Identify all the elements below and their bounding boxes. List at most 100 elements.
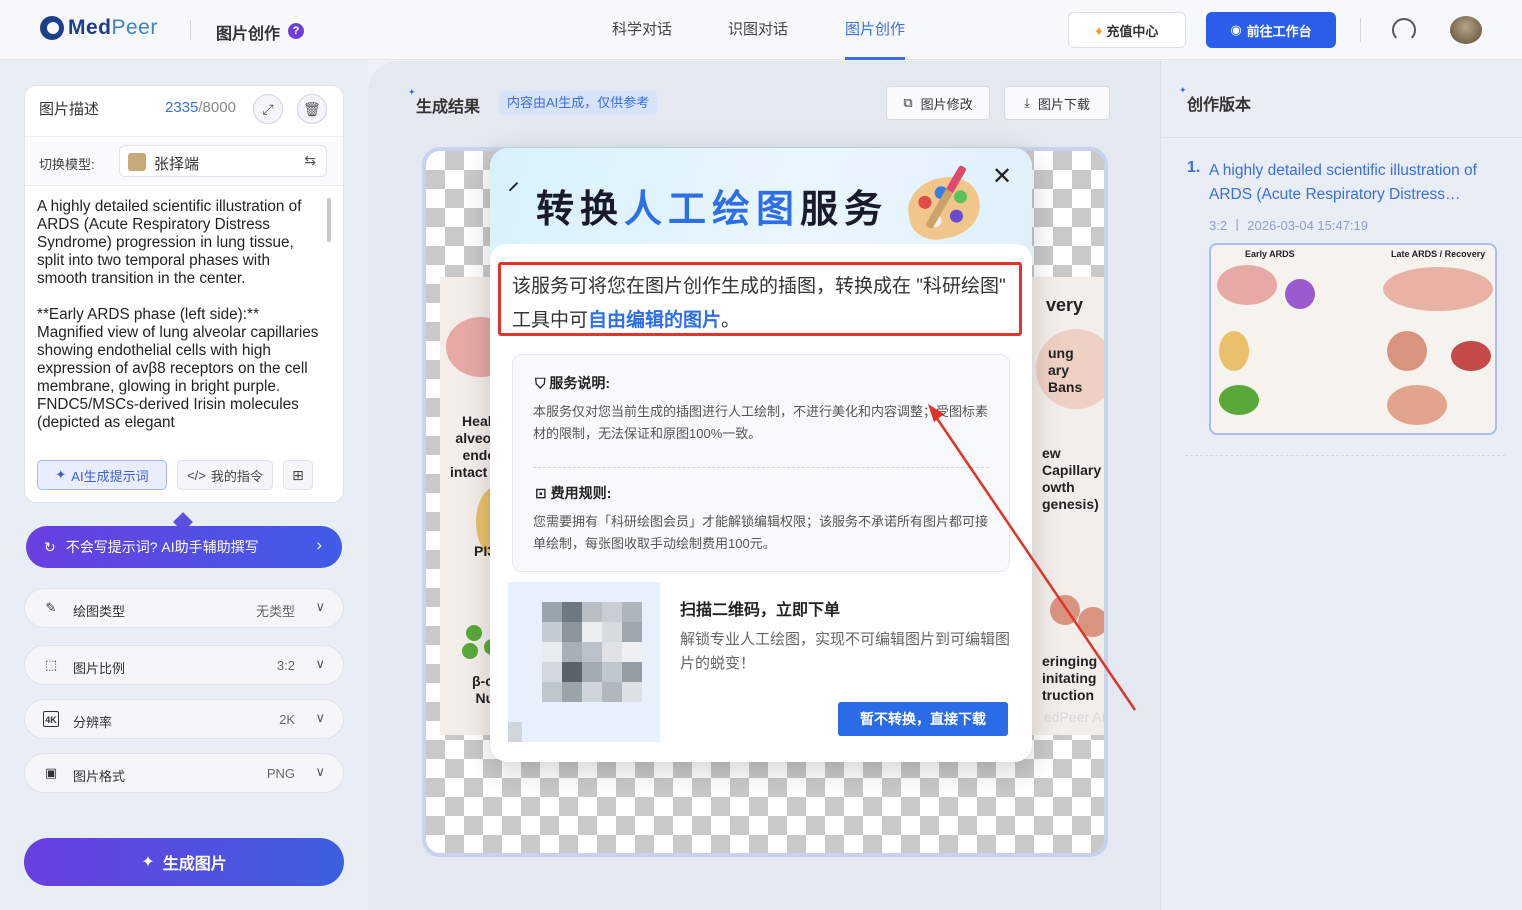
ratio-icon: ⬚ <box>44 657 58 672</box>
model-name: 张择端 <box>154 156 200 173</box>
yen-icon: ⊡ <box>535 485 551 501</box>
ai-prompt-label: AI生成提示词 <box>71 468 149 484</box>
medpeer-icon: ◉ <box>1230 22 1242 37</box>
thumb-shape <box>1219 385 1259 415</box>
model-label: 切换模型: <box>39 157 95 172</box>
expand-icon[interactable]: ⤢ <box>253 94 283 124</box>
chevron-down-icon: ∨ <box>315 599 325 614</box>
modal-body: 该服务可将您在图片创作生成的插图，转换成在 "科研绘图" 工具中可自由编辑的图片… <box>490 244 1032 762</box>
add-image-icon[interactable]: ⊞ <box>283 460 313 490</box>
char-count: 2335/8000 <box>165 99 236 116</box>
download-direct-button[interactable]: 暂不转换，直接下载 <box>838 702 1008 736</box>
edit-image-button[interactable]: ⧉ 图片修改 <box>886 86 990 120</box>
page-title: 图片创作 <box>216 26 281 43</box>
edit-image-label: 图片修改 <box>920 96 973 112</box>
versions-panel: 创作版本 1. A highly detailed scientific ill… <box>1160 61 1522 910</box>
model-avatar-icon <box>128 153 146 171</box>
chevron-down-icon: ∨ <box>315 710 325 725</box>
nav-science-chat[interactable]: 科学对话 <box>612 0 672 60</box>
prompt-card: 图片描述 2335/8000 ⤢ 🗑 切换模型: 张择端 ⇆ A highly … <box>24 85 344 503</box>
logo-mark-icon <box>40 16 64 40</box>
image-edit-icon: ⧉ <box>903 95 913 110</box>
generate-button[interactable]: ✦ 生成图片 <box>24 838 344 886</box>
ai-disclaimer-tag: 内容由AI生成，仅供参考 <box>499 91 658 115</box>
resolution-value: 2K <box>279 712 295 727</box>
version-meta: 3:2 丨 2026-03-04 15:47:19 <box>1209 218 1369 233</box>
service-summary: 该服务可将您在图片创作生成的插图，转换成在 "科研绘图" 工具中可自由编辑的图片… <box>512 276 1006 331</box>
ratio-select[interactable]: ⬚ 图片比例 3:2 ∨ <box>24 645 344 685</box>
thumb-shape <box>1451 341 1491 371</box>
service-info-box: ⛉ 服务说明: 本服务仅对您当前生成的插图进行人工绘制，不进行美化和内容调整；受… <box>512 354 1010 572</box>
format-label: 图片格式 <box>73 769 126 784</box>
illus-label-capillary: ew Capillary owth genesis) <box>1042 445 1102 512</box>
4k-icon: 4K <box>43 711 59 727</box>
resolution-label: 分辨率 <box>73 715 113 730</box>
file-icon: ▣ <box>44 765 58 780</box>
model-select[interactable]: 张择端 ⇆ <box>119 145 327 177</box>
scan-description: 解锁专业人工绘图，实现不可编辑图片到可编辑图片的蜕变！ <box>680 631 1011 672</box>
format-select[interactable]: ▣ 图片格式 PNG ∨ <box>24 753 344 793</box>
resolution-select[interactable]: 4K 分辨率 2K ∨ <box>24 699 344 739</box>
chevron-down-icon: ∨ <box>315 656 325 671</box>
thumb-shape <box>1383 267 1493 311</box>
download-image-label: 图片下载 <box>1037 96 1090 112</box>
help-icon[interactable]: ? <box>288 23 304 39</box>
version-divider <box>1185 455 1505 456</box>
delete-icon[interactable]: 🗑 <box>297 94 327 124</box>
info-divider <box>533 467 989 468</box>
ai-assistant-banner[interactable]: ↻ 不会写提示词? AI助手辅助撰写 › <box>26 526 342 568</box>
service-text: 本服务仅对您当前生成的插图进行人工绘制，不进行美化和内容调整；受图标素材的限制，… <box>533 404 989 441</box>
nav-image-chat[interactable]: 识图对话 <box>728 0 788 60</box>
service-modal: ⸝ 转换人工绘图服务 ✕ 该服务可将您在图片创作生成的插图，转换成在 "科研绘图… <box>490 148 1032 762</box>
qr-code[interactable] <box>508 582 660 742</box>
scan-title: 扫描二维码，立即下单 <box>680 602 841 619</box>
sparkle-icon: ⸝ <box>508 169 520 194</box>
ratio-label: 图片比例 <box>73 661 126 676</box>
modal-title: 转换人工绘图服务 <box>536 189 889 231</box>
versions-title: 创作版本 <box>1179 85 1251 115</box>
illus-label-regenerating: eringing initating truction <box>1042 653 1098 703</box>
illus-label-recovery: very <box>1046 295 1084 315</box>
avatar[interactable] <box>1450 16 1482 44</box>
left-panel: 图片描述 2335/8000 ⤢ 🗑 切换模型: 张择端 ⇆ A highly … <box>0 61 368 910</box>
prompt-scrollbar[interactable] <box>327 198 331 242</box>
header-divider <box>190 20 191 40</box>
medpeer-logo[interactable]: MedPeer <box>40 16 158 40</box>
prompt-textarea[interactable]: A highly detailed scientific illustratio… <box>37 198 321 434</box>
result-title: 生成结果 <box>408 87 480 117</box>
versions-divider <box>1161 137 1522 138</box>
version-thumbnail[interactable]: Early ARDS Late ARDS / Recovery <box>1209 243 1497 435</box>
format-value: PNG <box>266 766 295 781</box>
molecule-shape <box>466 625 482 641</box>
workbench-label: 前往工作台 <box>1246 23 1312 39</box>
draw-type-value: 无类型 <box>255 604 295 619</box>
headset-icon[interactable] <box>1392 18 1416 42</box>
draw-type-select[interactable]: ✎ 绘图类型 无类型 ∨ <box>24 588 344 628</box>
ratio-value: 3:2 <box>276 658 295 673</box>
download-image-button[interactable]: ⤓ 图片下载 <box>1004 86 1110 120</box>
ai-prompt-button[interactable]: ✦ AI生成提示词 <box>37 460 167 490</box>
recharge-button[interactable]: ♦ 充值中心 <box>1068 12 1186 48</box>
sparkle-icon: ✦ <box>141 854 155 871</box>
cell-shape <box>1050 595 1080 625</box>
workbench-button[interactable]: ◉ 前往工作台 <box>1206 12 1336 48</box>
nav-image-create[interactable]: 图片创作 <box>845 0 906 60</box>
version-title[interactable]: A highly detailed scientific illustratio… <box>1209 159 1499 207</box>
cell-shape <box>1078 607 1104 637</box>
thumb-shape <box>1387 385 1447 425</box>
download-icon: ⤓ <box>1024 95 1030 110</box>
fee-text: 您需要拥有「科研绘图会员」才能解锁编辑权限；该服务不承诺所有图片都可接单绘制，每… <box>533 514 989 551</box>
generate-label: 生成图片 <box>162 856 227 873</box>
code-icon: </> <box>187 467 206 483</box>
thumb-label-late: Late ARDS / Recovery <box>1391 249 1486 259</box>
watermark: edPeer AI <box>1044 709 1106 725</box>
thumb-shape <box>1217 265 1277 305</box>
assist-text: 不会写提示词? AI助手辅助撰写 <box>65 539 259 555</box>
close-icon[interactable]: ✕ <box>992 162 1012 191</box>
chevron-down-icon: ∨ <box>315 764 325 779</box>
my-commands-button[interactable]: </> 我的指令 <box>177 460 273 490</box>
shield-icon: ⛉ <box>535 375 550 391</box>
illus-label-lung: ung ary Bans <box>1048 345 1083 395</box>
header-divider-2 <box>1360 18 1361 42</box>
modal-header: ⸝ 转换人工绘图服务 ✕ <box>490 148 1032 258</box>
